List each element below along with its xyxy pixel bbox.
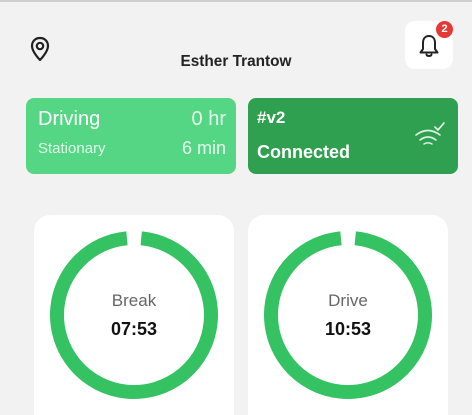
notifications-button[interactable]: 2 (405, 21, 453, 69)
substatus-duration: 6 min (181, 138, 226, 158)
drive-progress-ring (264, 231, 432, 399)
break-label: Break (111, 291, 157, 310)
break-time: 07:53 (110, 319, 158, 339)
vehicle-id: #v2 (257, 108, 286, 127)
status-label: Driving (38, 108, 101, 130)
break-timer-card[interactable]: Break 07:53 (34, 215, 234, 415)
drive-time: 10:53 (324, 319, 372, 339)
connection-status: Connected (257, 142, 351, 162)
user-name: Esther Trantow (180, 53, 292, 70)
signal-connected-icon (415, 122, 445, 145)
drive-label: Drive (328, 291, 368, 310)
vehicle-connection-card[interactable]: #v2 Connected (248, 98, 458, 174)
drive-timer-card[interactable]: Drive 10:53 (248, 215, 448, 415)
bell-icon (419, 35, 439, 57)
status-duration: 0 hr (191, 108, 226, 130)
break-progress-ring (50, 231, 218, 399)
notification-badge: 2 (436, 21, 453, 38)
app-header: Esther Trantow 2 (0, 2, 472, 80)
substatus-label: Stationary (38, 140, 106, 157)
driving-status-card[interactable]: Driving 0 hr Stationary 6 min (26, 98, 236, 174)
